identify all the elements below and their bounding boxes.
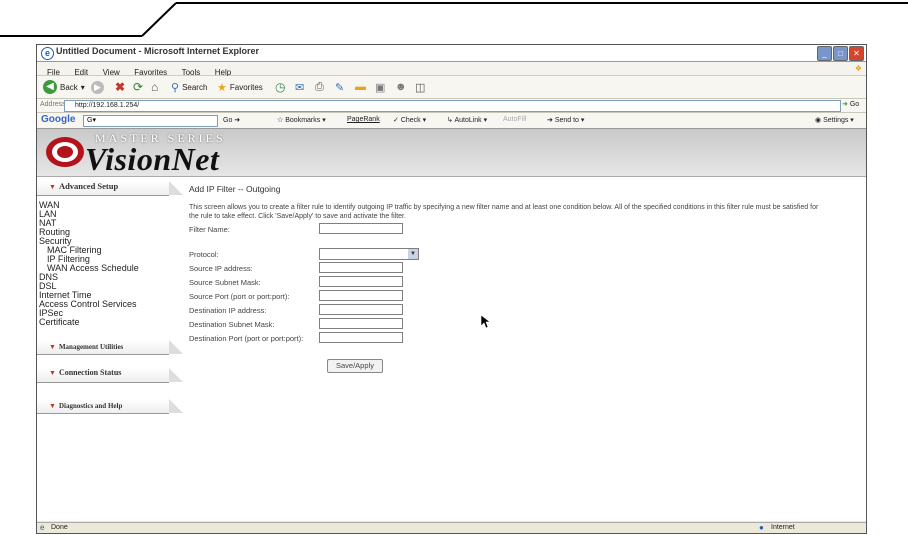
brand-name: VisionNet (85, 141, 220, 177)
go-button[interactable]: ➜ Go (842, 100, 859, 108)
standard-toolbar: ◀ Back ▾ ▶ ✖ ⟳ ⌂ ⚲ Search ★ Favorites ◷ ✉… (37, 76, 866, 99)
destination-ip-input[interactable] (319, 304, 403, 315)
address-label: Address (40, 101, 66, 108)
pagerank-indicator: PageRank (347, 116, 380, 123)
address-bar: Address http://192.168.1.254/ ➜ Go (37, 99, 866, 113)
page-title: Add IP Filter -- Outgoing (189, 184, 281, 194)
back-button[interactable]: ◀ Back ▾ (43, 79, 85, 95)
triangle-down-icon: ▼ (49, 183, 56, 191)
go-arrow-icon: ➜ (842, 101, 848, 108)
protocol-label: Protocol: (189, 250, 219, 259)
filter-name-input[interactable] (319, 223, 403, 234)
maximize-button[interactable]: □ (833, 46, 848, 61)
google-logo: Google (41, 114, 76, 125)
source-port-input[interactable] (319, 290, 403, 301)
router-banner: MASTER SERIES VisionNet (37, 129, 866, 177)
connection-status-header[interactable]: ▼ Connection Status (37, 368, 183, 383)
spellcheck-button[interactable]: ✓ Check ▾ (393, 116, 426, 124)
windows-logo-icon: ❖ (854, 64, 862, 73)
google-go-button[interactable]: Go ➜ (223, 116, 240, 124)
globe-icon: ● (759, 523, 764, 532)
destination-mask-label: Destination Subnet Mask: (189, 320, 275, 329)
edit-icon[interactable]: ✎ (335, 79, 344, 95)
visionnet-logo-icon (46, 137, 84, 167)
chevron-down-icon: ▼ (408, 249, 418, 259)
google-toolbar: Google G▾ Go ➜ ☆ Bookmarks ▾ PageRank ✓ … (37, 113, 866, 129)
research-icon[interactable]: ▣ (375, 79, 385, 95)
favorites-button[interactable]: ★ Favorites (217, 79, 263, 95)
sidebar: ▼ Advanced Setup WAN LAN NAT Routing Secu… (37, 177, 183, 517)
forward-arrow-icon: ▶ (91, 80, 104, 94)
search-icon: ⚲ (171, 81, 180, 94)
destination-mask-input[interactable] (319, 318, 403, 329)
status-bar: e Done ● Internet (37, 522, 866, 533)
sidebar-item-wan-access-schedule[interactable]: WAN Access Schedule (47, 264, 139, 273)
media-icon[interactable]: ◫ (415, 79, 425, 95)
star-icon: ★ (217, 81, 227, 94)
print-icon[interactable]: ⎙ (315, 79, 324, 95)
history-icon[interactable]: ◷ (275, 79, 285, 95)
source-mask-input[interactable] (319, 276, 403, 287)
mail-icon[interactable]: ✉ (295, 79, 304, 95)
triangle-down-icon: ▼ (49, 369, 56, 377)
send-to-button[interactable]: ➔ Send to ▾ (547, 116, 584, 124)
autofill-button[interactable]: AutoFill (503, 116, 526, 123)
source-port-label: Source Port (port or port:port): (189, 292, 290, 301)
google-search-input[interactable]: G▾ (83, 115, 218, 127)
refresh-icon[interactable]: ⟳ (133, 79, 143, 95)
source-ip-input[interactable] (319, 262, 403, 273)
source-mask-label: Source Subnet Mask: (189, 278, 261, 287)
search-button[interactable]: ⚲ Search (171, 79, 207, 95)
minimize-button[interactable]: _ (817, 46, 832, 61)
destination-ip-label: Destination IP address: (189, 306, 267, 315)
protocol-select[interactable]: ▼ (319, 248, 419, 260)
main-panel: Add IP Filter -- Outgoing This screen al… (189, 177, 859, 517)
stop-icon[interactable]: ✖ (115, 79, 125, 95)
folder-icon[interactable]: ▬ (355, 79, 366, 95)
sidebar-item-certificate[interactable]: Certificate (39, 318, 80, 327)
ie-icon: e (41, 47, 54, 60)
browser-window: e Untitled Document - Microsoft Internet… (36, 44, 867, 534)
forward-button[interactable]: ▶ (91, 79, 104, 95)
triangle-down-icon: ▼ (49, 402, 56, 410)
destination-port-input[interactable] (319, 332, 403, 343)
home-icon[interactable]: ⌂ (151, 79, 158, 95)
triangle-down-icon: ▼ (49, 343, 56, 351)
security-zone: Internet (771, 524, 795, 531)
page-description: This screen allows you to create a filte… (189, 204, 819, 220)
bookmarks-button[interactable]: ☆ Bookmarks ▾ (277, 116, 326, 124)
address-input[interactable]: http://192.168.1.254/ (64, 100, 841, 112)
document-header-line (0, 2, 908, 37)
messenger-icon[interactable]: ☻ (395, 79, 407, 95)
title-bar: e Untitled Document - Microsoft Internet… (37, 45, 866, 62)
close-button[interactable]: ✕ (849, 46, 864, 61)
mouse-cursor-icon (481, 315, 491, 329)
filter-name-label: Filter Name: (189, 225, 230, 234)
window-title: Untitled Document - Microsoft Internet E… (56, 46, 260, 56)
destination-port-label: Destination Port (port or port:port): (189, 334, 304, 343)
autolink-button[interactable]: ↳ AutoLink ▾ (447, 116, 487, 124)
diagnostics-header[interactable]: ▼ Diagnostics and Help (37, 399, 183, 414)
page-content: MASTER SERIES VisionNet ▼ Advanced Setup … (37, 129, 866, 521)
settings-button[interactable]: ◉ Settings ▾ (815, 116, 854, 124)
source-ip-label: Source IP address: (189, 264, 253, 273)
advanced-setup-header[interactable]: ▼ Advanced Setup (37, 181, 183, 196)
management-utilities-header[interactable]: ▼ Management Utilities (37, 340, 183, 355)
save-apply-button[interactable]: Save/Apply (327, 359, 383, 373)
status-text: Done (51, 524, 68, 531)
page-icon: e (40, 523, 45, 532)
menu-bar: File Edit View Favorites Tools Help ❖ (37, 62, 866, 77)
back-arrow-icon: ◀ (43, 80, 57, 94)
